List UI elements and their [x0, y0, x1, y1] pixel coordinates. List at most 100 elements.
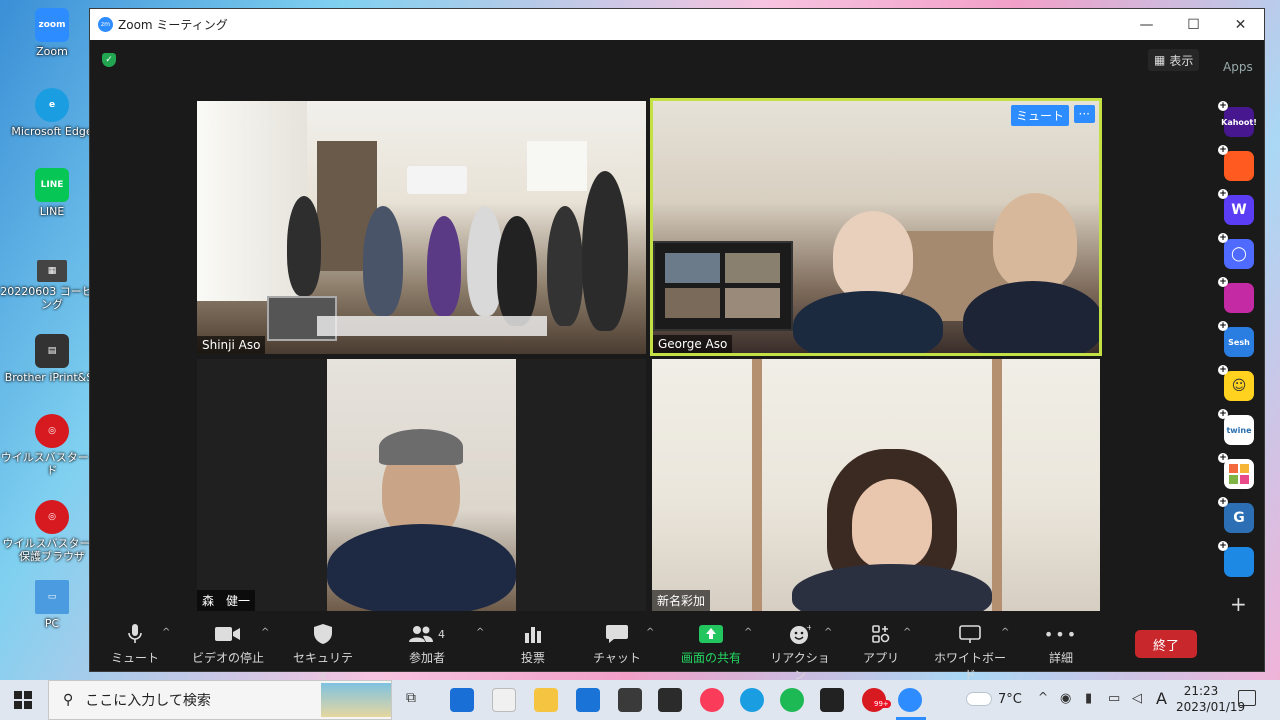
clock[interactable]: 21:23 2023/01/19 — [1150, 683, 1245, 715]
minimize-icon[interactable]: — — [1123, 9, 1170, 40]
location-icon[interactable]: ◉ — [1060, 691, 1071, 706]
chevron-up-icon[interactable]: ^ — [1038, 690, 1048, 704]
table — [317, 316, 547, 336]
share-screen-icon — [676, 623, 746, 645]
app-taskbar-icon[interactable] — [450, 688, 474, 712]
participants-caret-icon[interactable]: ^ — [476, 627, 484, 638]
mute-participant-button[interactable]: ミュート — [1010, 105, 1069, 126]
pillar — [752, 359, 762, 611]
cloud-icon[interactable] — [966, 692, 992, 706]
person-body — [792, 564, 992, 611]
chat-bubble-icon — [592, 623, 642, 645]
video-tile-shinji-aso[interactable]: Shinji Aso — [197, 101, 646, 354]
zoom-window: zm Zoom ミーティング — ☐ ✕ ✓ ▦ 表示 Apps Shinji … — [89, 8, 1265, 682]
apps-button[interactable]: アプリ — [856, 623, 906, 666]
security-button[interactable]: セキュリティ — [288, 623, 358, 683]
participants-count: 4 — [438, 627, 445, 641]
task-view-icon[interactable]: ⧉ — [406, 690, 416, 706]
windows-start-icon[interactable] — [14, 691, 32, 709]
whiteboard-caret-icon[interactable]: ^ — [1001, 627, 1009, 638]
mute-label: ミュート — [110, 651, 159, 665]
file-explorer-icon[interactable] — [534, 688, 558, 712]
svg-text:+: + — [806, 624, 811, 632]
participants-label: 参加者 — [408, 651, 445, 665]
microphone-icon — [110, 623, 160, 645]
share-screen-button[interactable]: 画面の共有 — [676, 623, 746, 666]
view-button[interactable]: ▦ 表示 — [1148, 49, 1200, 71]
app-icon-magenta[interactable]: + — [1218, 277, 1254, 313]
window-title: Zoom ミーティング — [118, 18, 228, 32]
battery-icon[interactable]: ▭ — [1108, 691, 1120, 706]
encryption-shield-icon[interactable]: ✓ — [102, 53, 116, 67]
close-icon[interactable]: ✕ — [1217, 9, 1264, 40]
view-label: 表示 — [1169, 53, 1194, 68]
grid-icon: ▦ — [1154, 53, 1166, 67]
person-face — [852, 479, 932, 569]
radio-app-icon[interactable] — [658, 688, 682, 712]
whiteboard-button[interactable]: ホワイトボード — [930, 623, 1010, 683]
add-app-icon[interactable]: + — [1230, 592, 1247, 616]
apps-icon — [856, 623, 906, 645]
virusbuster-browser-icon: ◎ — [35, 500, 69, 534]
participants-button[interactable]: 4 参加者 — [398, 623, 456, 666]
mute-options-caret-icon[interactable]: ^ — [162, 627, 170, 638]
zoom-taskbar-icon[interactable] — [898, 688, 922, 712]
sesh-app-icon[interactable]: + Sesh — [1218, 321, 1254, 357]
video-tile-mori-kenichi[interactable]: 森 健一 — [197, 359, 646, 611]
security-app-icon[interactable]: 99+ — [862, 688, 891, 712]
mute-button[interactable]: ミュート — [110, 623, 160, 666]
zoom-logo-icon: zm — [98, 17, 113, 32]
taskbar-search-box[interactable]: ⚲ ここに入力して検索 — [48, 680, 392, 720]
app-icon-g[interactable]: + G — [1218, 497, 1254, 533]
reactions-caret-icon[interactable]: ^ — [824, 627, 832, 638]
participants-icon: 4 — [398, 623, 456, 645]
app-icon-blue[interactable]: + — [1218, 541, 1254, 577]
app-icon-w[interactable]: + W — [1218, 189, 1254, 225]
desktop-icon-label: PC — [44, 617, 60, 630]
stop-video-button[interactable]: ビデオの停止 — [192, 623, 264, 666]
notifications-icon[interactable] — [1238, 690, 1256, 706]
volume-icon[interactable]: ◁ — [1132, 691, 1142, 706]
zoom-icon: zoom — [35, 8, 69, 42]
video-tile-niina-ayaka[interactable]: 新名彩加 — [652, 359, 1100, 611]
person-body — [793, 291, 943, 353]
desktop-icon-label: LINE — [39, 205, 65, 218]
microphone-tray-icon[interactable]: ▮ — [1085, 691, 1092, 706]
person-body — [327, 524, 516, 611]
app-icon-circle[interactable]: + ◯ — [1218, 233, 1254, 269]
weather-temperature[interactable]: 7°C — [998, 692, 1022, 707]
apps-caret-icon[interactable]: ^ — [903, 627, 911, 638]
video-tile-george-aso[interactable]: ミュート ··· George Aso — [650, 98, 1102, 356]
edge-icon: e — [35, 88, 69, 122]
polling-button[interactable]: 投票 — [508, 623, 558, 666]
search-placeholder: ここに入力して検索 — [85, 693, 211, 709]
more-button[interactable]: ••• 詳細 — [1036, 623, 1086, 666]
share-caret-icon[interactable]: ^ — [744, 627, 752, 638]
itunes-icon[interactable] — [700, 688, 724, 712]
maximize-icon[interactable]: ☐ — [1170, 9, 1217, 40]
mail-icon[interactable] — [576, 688, 600, 712]
desktop-icon-label: Brother iPrint&Sc — [4, 371, 100, 384]
app-icon-blocks[interactable]: + — [1218, 453, 1254, 489]
person — [287, 196, 321, 296]
app-icon-dark[interactable] — [618, 688, 642, 712]
reactions-button[interactable]: + リアクション — [770, 623, 830, 683]
participant-name: Shinji Aso — [197, 336, 266, 354]
security-label: セキュリティ — [292, 651, 353, 682]
poll-label: 投票 — [520, 651, 545, 665]
chat-caret-icon[interactable]: ^ — [646, 627, 654, 638]
search-icon: ⚲ — [63, 692, 74, 708]
video-options-caret-icon[interactable]: ^ — [261, 627, 269, 638]
chat-button[interactable]: チャット — [592, 623, 642, 666]
edge-taskbar-icon[interactable] — [740, 688, 764, 712]
more-options-button[interactable]: ··· — [1073, 105, 1095, 123]
end-meeting-button[interactable]: 終了 — [1135, 630, 1197, 658]
microsoft-store-icon[interactable] — [492, 688, 516, 712]
twine-app-icon[interactable]: + twine — [1218, 409, 1254, 445]
app-icon-smile[interactable]: + ☺ — [1218, 365, 1254, 401]
spotify-icon[interactable] — [780, 688, 804, 712]
kahoot-app-icon[interactable]: + Kahoot! — [1218, 101, 1257, 137]
app-icon-triangle[interactable] — [820, 688, 844, 712]
app-icon-orange[interactable]: + — [1218, 145, 1254, 181]
printer-icon: ▤ — [35, 334, 69, 368]
